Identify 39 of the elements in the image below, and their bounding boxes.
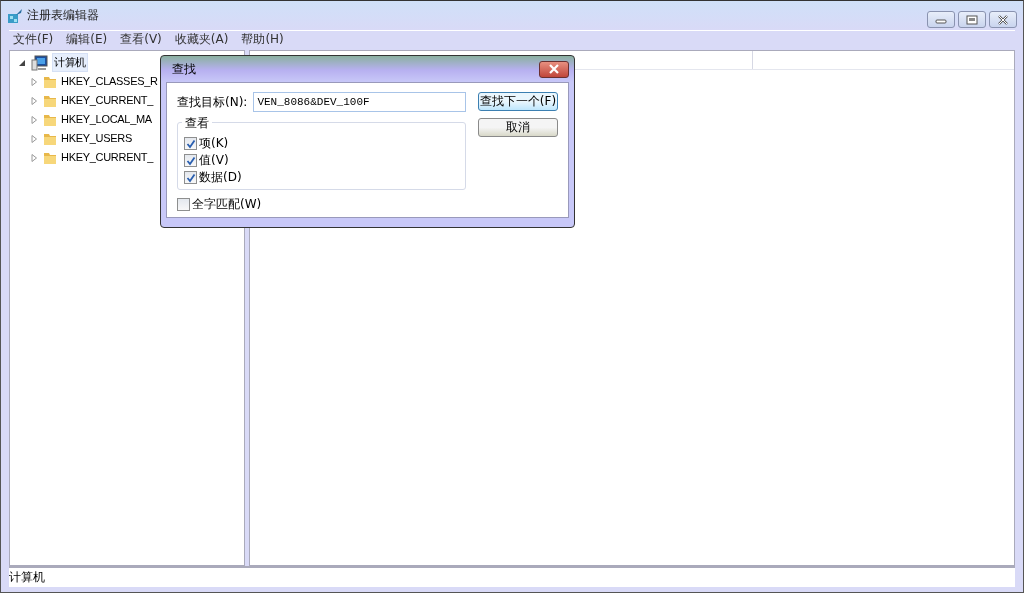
checkbox[interactable] — [184, 171, 197, 184]
computer-icon — [31, 54, 49, 71]
window-title: 注册表编辑器 — [27, 7, 99, 24]
close-button[interactable] — [539, 60, 569, 78]
checkbox-label: 数据(D) — [199, 169, 242, 186]
search-field[interactable]: VEN_8086&DEV_100F — [253, 92, 466, 112]
checkmark-icon — [185, 172, 196, 183]
close-icon — [548, 64, 560, 74]
tree-item[interactable]: HKEY_LOCAL_MA — [60, 111, 153, 128]
tree-item[interactable]: HKEY_USERS — [60, 130, 133, 147]
dialog-title: 查找 — [172, 60, 196, 78]
menu-item[interactable]: 编辑(E) — [66, 31, 108, 48]
status-bar: 计算机 — [9, 566, 1015, 587]
tree-item[interactable]: 计算机 — [52, 53, 89, 72]
tree-item[interactable]: HKEY_CURRENT_ — [60, 92, 155, 109]
registry-icon — [7, 7, 23, 24]
checkbox[interactable] — [184, 137, 197, 150]
checkbox-label: 项(K) — [199, 135, 229, 152]
checkmark-icon — [185, 138, 196, 149]
checkbox[interactable] — [184, 154, 197, 167]
close-button[interactable] — [989, 11, 1017, 28]
checkbox-label: 全字匹配(W) — [192, 196, 262, 213]
close-icon — [997, 14, 1009, 25]
field-label: 查找目标(N): — [177, 93, 248, 111]
minimize-button[interactable] — [927, 11, 955, 28]
menu-item[interactable]: 收藏夹(A) — [174, 31, 229, 48]
menu-item[interactable]: 文件(F) — [13, 31, 54, 48]
checkbox[interactable] — [177, 198, 190, 211]
checkmark-icon — [185, 155, 196, 166]
maximize-button[interactable] — [958, 11, 986, 28]
tree-item[interactable]: HKEY_CLASSES_R — [60, 73, 159, 90]
menu-item[interactable]: 查看(V) — [120, 31, 162, 48]
find-next-button[interactable]: 查找下一个(F) — [478, 92, 558, 111]
group-label: 查看 — [182, 115, 212, 132]
cancel-button[interactable]: 取消 — [478, 118, 558, 137]
maximize-icon — [966, 14, 978, 25]
tree-item[interactable]: HKEY_CURRENT_ — [60, 149, 155, 166]
menu-item[interactable]: 帮助(H) — [241, 31, 284, 48]
checkbox-label: 值(V) — [199, 152, 229, 169]
